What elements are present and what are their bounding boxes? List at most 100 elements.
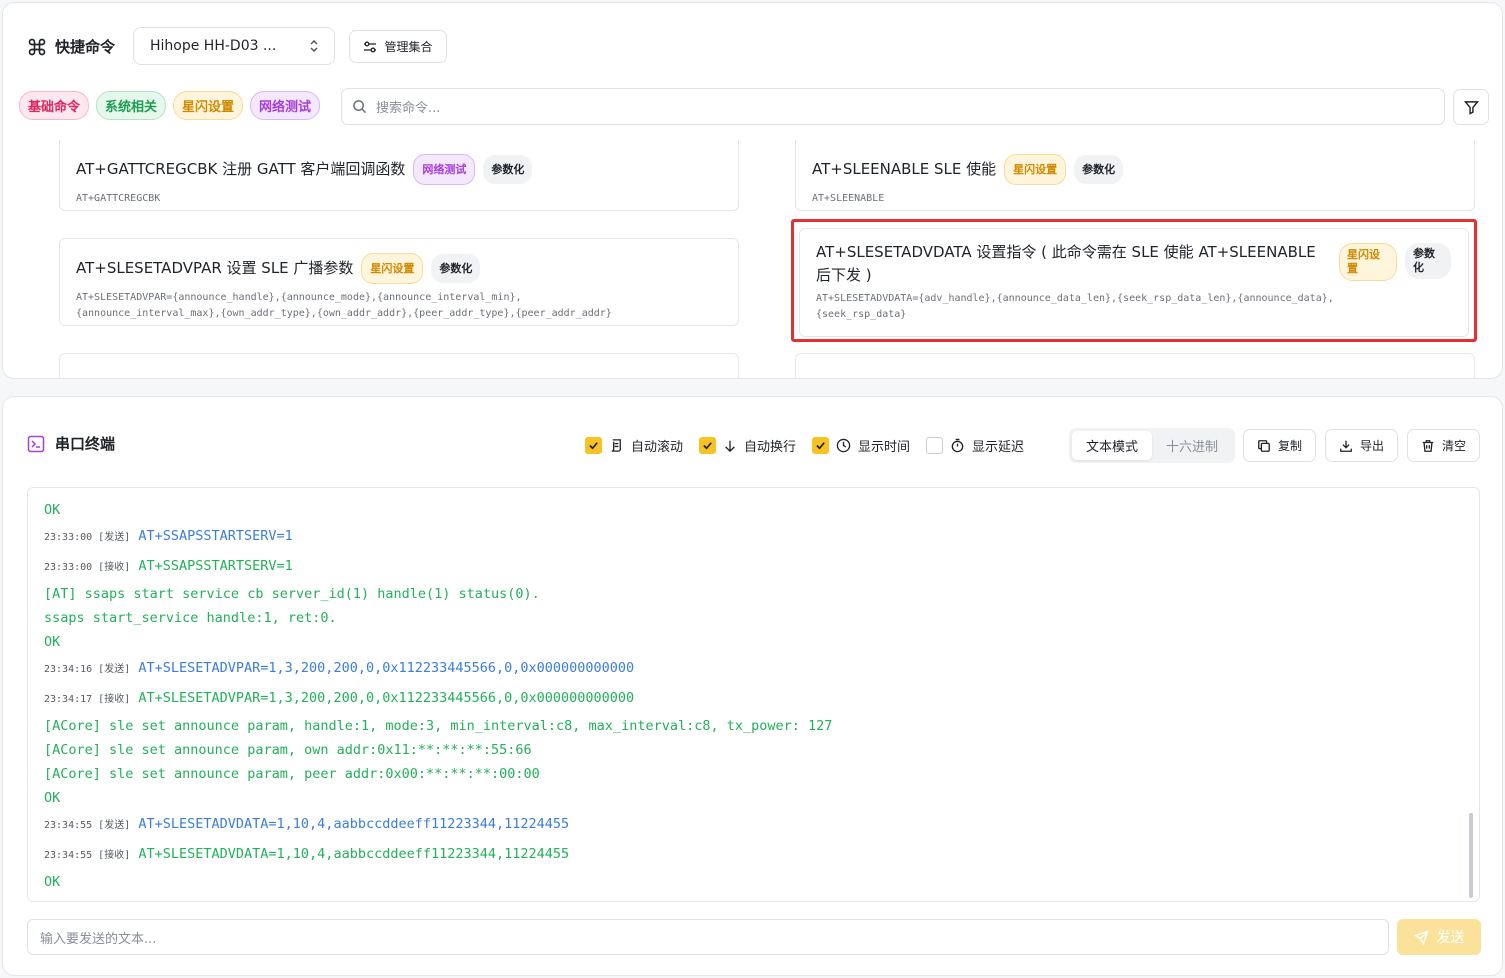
terminal-line: 23:33:00 [接收] AT+SSAPSSTARTSERV=1 bbox=[44, 558, 293, 574]
send-label: 发送 bbox=[1436, 930, 1465, 946]
option-label: 自动换行 bbox=[744, 440, 797, 455]
param-badge: 参数化 bbox=[1074, 155, 1124, 184]
option-show-time[interactable]: 显示时间 bbox=[812, 436, 910, 455]
send-input-placeholder: 输入要发送的文本... bbox=[40, 931, 157, 947]
command-card-gattcregcbk[interactable]: AT+GATTCREGCBK 注册 GATT 客户端回调函数 网络测试 参数化 … bbox=[59, 140, 739, 211]
checkbox-checked[interactable] bbox=[585, 437, 602, 454]
command-text: AT+SLESETADVPAR={announce_handle},{annou… bbox=[76, 292, 612, 319]
search-placeholder: 搜索命令... bbox=[376, 101, 441, 116]
check-icon bbox=[703, 442, 712, 450]
terminal-scrollbar[interactable] bbox=[1469, 813, 1473, 898]
line-timestamp: 23:33:00 [发送] bbox=[44, 532, 131, 543]
filter-button[interactable] bbox=[1453, 89, 1489, 125]
terminal-line: 23:33:00 [发送] AT+SSAPSSTARTSERV=1 bbox=[44, 528, 293, 544]
copy-icon bbox=[1258, 439, 1270, 452]
terminal-line: [ACore] sle set announce param, own addr… bbox=[44, 742, 532, 758]
command-card-title: AT+GATTCREGCBK 注册 GATT 客户端回调函数 bbox=[76, 160, 406, 178]
terminal-line: 23:34:55 [发送] AT+SLESETADVDATA=1,10,4,aa… bbox=[44, 816, 570, 832]
quick-commands-panel: 快捷命令 Hihope HH-D03 ... 管理集合 基础命令 系统相关 星闪… bbox=[2, 2, 1503, 379]
mode-text[interactable]: 文本模式 bbox=[1072, 431, 1152, 460]
send-button[interactable]: 发送 bbox=[1397, 919, 1481, 955]
terminal-line: ssaps start_service handle:1, ret:0. bbox=[44, 610, 337, 626]
command-card-title: AT+SLEENABLE SLE 使能 bbox=[812, 160, 997, 178]
line-timestamp: 23:33:00 [接收] bbox=[44, 562, 131, 573]
arrow-down-icon bbox=[725, 440, 735, 452]
copy-label: 复制 bbox=[1277, 439, 1302, 453]
device-select-value: Hihope HH-D03 ... bbox=[150, 38, 277, 54]
command-text: AT+SLEENABLE bbox=[812, 193, 885, 204]
check-icon bbox=[589, 442, 598, 450]
param-badge: 参数化 bbox=[483, 155, 533, 184]
device-select[interactable]: Hihope HH-D03 ... bbox=[133, 27, 335, 65]
command-card-sleenable[interactable]: AT+SLEENABLE SLE 使能 星闪设置 参数化 AT+SLEENABL… bbox=[795, 140, 1475, 211]
export-button[interactable]: 导出 bbox=[1325, 429, 1398, 462]
search-icon bbox=[353, 100, 367, 114]
quick-commands-header: 快捷命令 bbox=[27, 36, 115, 57]
filter-icon bbox=[1463, 100, 1479, 115]
terminal-line: 23:34:16 [发送] AT+SLESETADVPAR=1,3,200,20… bbox=[44, 660, 635, 676]
category-tags: 基础命令 系统相关 星闪设置 网络测试 bbox=[19, 91, 321, 120]
chevron-updown-icon bbox=[310, 39, 318, 53]
line-timestamp: 23:34:17 [接收] bbox=[44, 694, 131, 705]
terminal-line: 23:34:55 [接收] AT+SLESETADVDATA=1,10,4,aa… bbox=[44, 846, 570, 862]
terminal-line: OK bbox=[44, 502, 61, 518]
tag-network[interactable]: 网络测试 bbox=[250, 91, 321, 120]
tag-system[interactable]: 系统相关 bbox=[96, 91, 167, 120]
clear-button[interactable]: 清空 bbox=[1407, 429, 1480, 462]
terminal-line: OK bbox=[44, 634, 61, 650]
download-icon bbox=[1340, 440, 1352, 452]
trash-icon bbox=[1422, 439, 1434, 452]
param-badge: 参数化 bbox=[431, 254, 481, 283]
terminal-line: [AT] ssaps start service cb server_id(1)… bbox=[44, 586, 540, 602]
option-auto-scroll[interactable]: 自动滚动 bbox=[585, 436, 683, 455]
category-badge: 网络测试 bbox=[413, 154, 476, 185]
terminal-line: OK bbox=[44, 874, 61, 890]
command-card-partial[interactable] bbox=[59, 353, 739, 378]
manage-collection-button[interactable]: 管理集合 bbox=[349, 30, 447, 63]
option-show-delay[interactable]: 显示延迟 bbox=[926, 436, 1024, 455]
command-card-slesetadvpar[interactable]: AT+SLESETADVPAR 设置 SLE 广播参数 星闪设置 参数化 AT+… bbox=[59, 238, 739, 326]
quick-commands-title: 快捷命令 bbox=[55, 38, 116, 56]
option-label: 显示时间 bbox=[858, 440, 911, 455]
line-timestamp: 23:34:16 [发送] bbox=[44, 664, 131, 675]
tag-basic[interactable]: 基础命令 bbox=[19, 91, 90, 120]
terminal-options: 自动滚动 自动换行 显示时间 显示延迟 bbox=[585, 436, 1040, 455]
terminal-line: [ACore] sle set announce param, peer add… bbox=[44, 766, 540, 782]
line-timestamp: 23:34:55 [发送] bbox=[44, 820, 131, 831]
export-label: 导出 bbox=[1359, 439, 1384, 453]
option-auto-wrap[interactable]: 自动换行 bbox=[699, 436, 796, 455]
line-timestamp: 23:34:55 [接收] bbox=[44, 850, 131, 861]
option-label: 自动滚动 bbox=[631, 440, 684, 455]
checkbox-checked[interactable] bbox=[812, 437, 830, 454]
category-badge: 星闪设置 bbox=[1004, 154, 1067, 185]
mode-hex[interactable]: 十六进制 bbox=[1152, 431, 1232, 460]
command-text: AT+GATTCREGCBK bbox=[76, 193, 161, 204]
sliders-icon bbox=[364, 41, 377, 52]
checkbox-unchecked[interactable] bbox=[926, 437, 944, 454]
terminal-icon bbox=[27, 435, 45, 452]
highlight-box bbox=[791, 219, 1477, 342]
clear-label: 清空 bbox=[1441, 439, 1466, 453]
display-mode-toggle: 文本模式 十六进制 bbox=[1069, 428, 1235, 463]
command-search-input[interactable]: 搜索命令... bbox=[341, 88, 1445, 125]
scroll-text-icon bbox=[611, 439, 621, 452]
command-icon bbox=[28, 38, 46, 55]
serial-terminal-header: 串口终端 bbox=[27, 433, 115, 454]
timer-icon bbox=[951, 438, 964, 453]
clock-icon bbox=[836, 438, 851, 453]
command-card-partial[interactable] bbox=[795, 353, 1475, 378]
terminal-output[interactable]: OK 23:33:00 [发送] AT+SSAPSSTARTSERV=1 23:… bbox=[27, 487, 1480, 902]
tag-sle[interactable]: 星闪设置 bbox=[173, 91, 244, 120]
command-card-title: AT+SLESETADVPAR 设置 SLE 广播参数 bbox=[76, 259, 354, 277]
option-label: 显示延迟 bbox=[972, 440, 1025, 455]
terminal-line: 23:34:17 [接收] AT+SLESETADVPAR=1,3,200,20… bbox=[44, 690, 635, 706]
copy-button[interactable]: 复制 bbox=[1243, 429, 1316, 462]
send-icon bbox=[1413, 929, 1429, 945]
send-text-input[interactable]: 输入要发送的文本... bbox=[27, 919, 1389, 955]
terminal-line: OK bbox=[44, 790, 61, 806]
check-icon bbox=[816, 442, 825, 450]
serial-terminal-title: 串口终端 bbox=[55, 435, 116, 453]
category-badge: 星闪设置 bbox=[361, 253, 424, 284]
manage-collection-label: 管理集合 bbox=[384, 40, 433, 54]
checkbox-checked[interactable] bbox=[699, 437, 717, 454]
